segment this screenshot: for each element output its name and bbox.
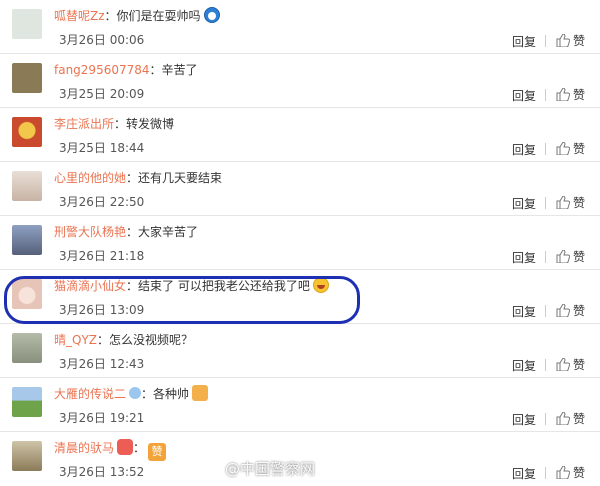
comment-time: 3月25日 20:09	[59, 87, 145, 101]
comment-body: 晴_QYZ：怎么没视频呢？	[54, 333, 194, 347]
comment-text: 转发微博	[126, 117, 175, 131]
like-button[interactable]: 赞	[556, 302, 585, 319]
comment-text: 你们是在耍帅吗	[116, 9, 201, 23]
like-button[interactable]: 赞	[556, 194, 585, 211]
like-button[interactable]: 赞	[556, 32, 585, 49]
thumbs-up-emoji-icon	[192, 385, 209, 401]
avatar[interactable]	[12, 441, 42, 471]
reply-button[interactable]: 回复	[512, 411, 536, 428]
comment-body: 呱替呢Zz：你们是在耍帅吗	[54, 7, 220, 25]
comment-time: 3月25日 18:44	[59, 141, 145, 155]
watermark: @中国警察网	[225, 460, 316, 478]
thumbs-up-icon	[556, 304, 570, 317]
username-link[interactable]: 清晨的驮马	[54, 441, 114, 455]
like-button[interactable]: 赞	[556, 248, 585, 265]
comment-body: 大雁的传说二 ：各种帅	[54, 385, 209, 403]
thumbs-up-icon	[556, 196, 570, 209]
divider	[545, 359, 546, 371]
reply-button[interactable]: 回复	[512, 87, 536, 104]
username-link[interactable]: 晴_QYZ	[54, 333, 97, 347]
thumbs-up-icon	[556, 466, 570, 479]
like-button[interactable]: 赞	[556, 356, 585, 373]
heart-emoji-icon	[117, 439, 134, 455]
comment-body: 猫滴滴小仙女：结束了 可以把我老公还给我了吧	[54, 277, 329, 295]
comment-item: 呱替呢Zz：你们是在耍帅吗 3月26日 00:06 回复 赞	[0, 0, 600, 54]
reply-button[interactable]: 回复	[512, 249, 536, 266]
comment-body: 心里的他的她：还有几天要结束	[54, 171, 223, 185]
comment-body: 李庄派出所：转发微博	[54, 117, 175, 131]
avatar[interactable]	[12, 279, 42, 309]
username-link[interactable]: 李庄派出所	[54, 117, 114, 131]
comment-time: 3月26日 12:43	[59, 357, 145, 371]
username-link[interactable]: 心里的他的她	[54, 171, 126, 185]
username-link[interactable]: 大雁的传说二	[54, 387, 126, 401]
like-button[interactable]: 赞	[556, 140, 585, 157]
reply-button[interactable]: 回复	[512, 465, 536, 482]
comment-time: 3月26日 13:52	[59, 465, 145, 479]
like-button[interactable]: 赞	[556, 410, 585, 427]
comment-item: fang295607784：辛苦了 3月25日 20:09 回复 赞	[0, 54, 600, 108]
thumbs-up-icon	[556, 250, 570, 263]
avatar[interactable]	[12, 333, 42, 363]
comment-time: 3月26日 22:50	[59, 195, 145, 209]
thumbs-up-icon	[556, 88, 570, 101]
comment-text: 还有几天要结束	[138, 171, 223, 185]
comment-text: 结束了 可以把我老公还给我了吧	[138, 279, 310, 293]
comment-item: 刑警大队杨艳：大家辛苦了 3月26日 21:18 回复 赞	[0, 216, 600, 270]
reply-button[interactable]: 回复	[512, 195, 536, 212]
username-link[interactable]: fang295607784	[54, 63, 150, 77]
divider	[545, 143, 546, 155]
divider	[545, 35, 546, 47]
reply-button[interactable]: 回复	[512, 141, 536, 158]
comment-time: 3月26日 00:06	[59, 33, 145, 47]
reply-button[interactable]: 回复	[512, 357, 536, 374]
divider	[545, 305, 546, 317]
comment-time: 3月26日 21:18	[59, 249, 145, 263]
divider	[545, 467, 546, 479]
avatar[interactable]	[12, 63, 42, 93]
comment-text: 怎么没视频呢？	[109, 333, 194, 347]
comment-time: 3月26日 13:09	[59, 303, 145, 317]
comment-body: 刑警大队杨艳：大家辛苦了	[54, 225, 199, 239]
thumbs-up-icon	[556, 412, 570, 425]
avatar[interactable]	[12, 117, 42, 147]
avatar[interactable]	[12, 9, 42, 39]
thumbs-up-icon	[556, 358, 570, 371]
comment-item: 猫滴滴小仙女：结束了 可以把我老公还给我了吧 3月26日 13:09 回复 赞	[0, 270, 600, 324]
reply-button[interactable]: 回复	[512, 303, 536, 320]
comment-body: fang295607784：辛苦了	[54, 63, 198, 77]
doraemon-emoji-icon	[203, 7, 220, 23]
thumbs-up-icon	[556, 34, 570, 47]
verified-badge-icon	[129, 387, 142, 399]
comment-text: 辛苦了	[161, 63, 198, 77]
thumbs-up-icon	[556, 142, 570, 155]
divider	[545, 197, 546, 209]
avatar[interactable]	[12, 171, 42, 201]
reply-button[interactable]: 回复	[512, 33, 536, 50]
like-button[interactable]: 赞	[556, 86, 585, 103]
comment-text: 大家辛苦了	[138, 225, 199, 239]
comment-body: 清晨的驮马：赞	[54, 439, 167, 461]
username-link[interactable]: 呱替呢Zz	[54, 9, 105, 23]
comment-item: 大雁的传说二 ：各种帅 3月26日 19:21 回复 赞	[0, 378, 600, 432]
divider	[545, 413, 546, 425]
laughing-tears-emoji-icon	[312, 277, 329, 293]
comment-list: 呱替呢Zz：你们是在耍帅吗 3月26日 00:06 回复 赞 fang29560…	[0, 0, 600, 486]
comment-item: 李庄派出所：转发微博 3月25日 18:44 回复 赞	[0, 108, 600, 162]
comment-item: 晴_QYZ：怎么没视频呢？ 3月26日 12:43 回复 赞	[0, 324, 600, 378]
avatar[interactable]	[12, 225, 42, 255]
username-link[interactable]: 刑警大队杨艳	[54, 225, 126, 239]
comment-item: 心里的他的她：还有几天要结束 3月26日 22:50 回复 赞	[0, 162, 600, 216]
comment-time: 3月26日 19:21	[59, 411, 145, 425]
username-link[interactable]: 猫滴滴小仙女	[54, 279, 126, 293]
comment-text: 各种帅	[153, 387, 190, 401]
divider	[545, 251, 546, 263]
like-button[interactable]: 赞	[556, 464, 585, 481]
divider	[545, 89, 546, 101]
avatar[interactable]	[12, 387, 42, 417]
like-badge-emoji-icon: 赞	[148, 443, 167, 461]
